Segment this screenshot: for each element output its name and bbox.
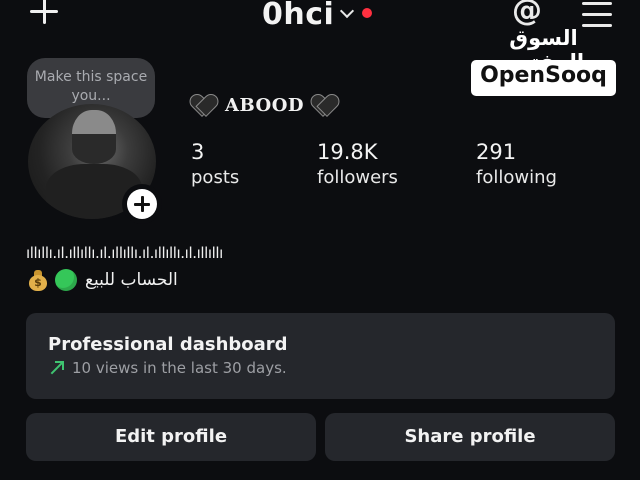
green-circle-icon: [55, 269, 77, 291]
opensooq-watermark: السوق المفتوح OpenSooq: [471, 24, 616, 96]
black-heart-icon: [191, 94, 215, 116]
plus-icon[interactable]: [26, 0, 62, 30]
stat-following[interactable]: 291 following: [476, 140, 557, 192]
stat-label: followers: [317, 167, 398, 188]
dashboard-views-text: 10 views in the last 30 days.: [72, 359, 287, 377]
bio-decoration: ıllıllı.ıl.ıllıllı.ıl.ıllıllı.ıl.ıllıllı…: [26, 244, 223, 262]
display-name-text: ABOOD: [225, 94, 304, 116]
bio-text: الحساب للبيع: [85, 270, 178, 290]
trending-up-icon: [48, 360, 64, 376]
display-name: ABOOD: [191, 90, 336, 120]
stat-followers[interactable]: 19.8K followers: [317, 140, 398, 192]
watermark-box: OpenSooq: [471, 60, 616, 96]
stat-value: 19.8K: [317, 140, 378, 164]
dashboard-subtitle: 10 views in the last 30 days.: [48, 359, 593, 377]
stat-label: following: [476, 167, 557, 188]
stat-label: posts: [191, 167, 240, 188]
stat-value: 3: [191, 140, 205, 164]
plus-icon: [127, 189, 157, 219]
stat-value: 291: [476, 140, 517, 164]
notification-dot: [362, 8, 373, 18]
share-profile-button[interactable]: Share profile: [325, 413, 615, 461]
username: 0hci: [262, 0, 335, 32]
stat-posts[interactable]: 3 posts: [191, 140, 239, 192]
watermark-latin: OpenSooq: [480, 63, 607, 88]
account-switcher[interactable]: 0hci: [262, 0, 373, 34]
chevron-down-icon: [340, 3, 355, 19]
note-placeholder: Make this space you...: [34, 69, 148, 104]
money-bag-icon: $: [28, 269, 48, 291]
black-heart-icon: [312, 94, 336, 116]
dashboard-title: Professional dashboard: [48, 334, 288, 355]
professional-dashboard[interactable]: Professional dashboard 10 views in the l…: [26, 313, 615, 399]
add-story-button[interactable]: [122, 184, 162, 224]
edit-profile-button[interactable]: Edit profile: [26, 413, 316, 461]
bio-line: $ الحساب للبيع: [28, 266, 178, 294]
avatar[interactable]: [24, 100, 162, 224]
